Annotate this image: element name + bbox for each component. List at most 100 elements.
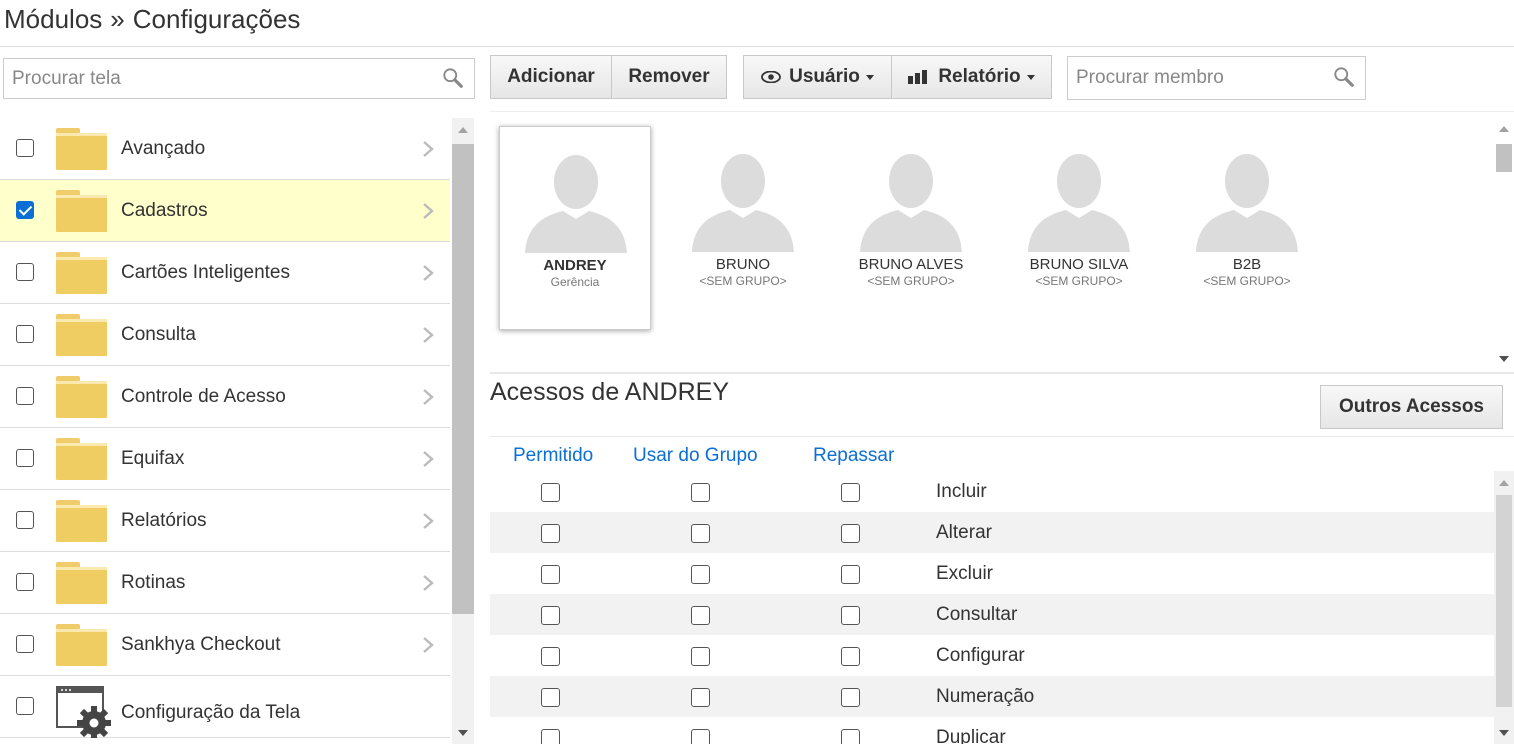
folder-icon [56, 128, 107, 170]
access-list-scrollbar[interactable] [1494, 471, 1514, 744]
tree-item-checkbox[interactable] [16, 387, 34, 405]
screen-settings-icon [56, 686, 111, 738]
repassar-checkbox[interactable] [841, 606, 860, 625]
scroll-up-arrow-icon[interactable] [458, 127, 468, 133]
permitido-checkbox[interactable] [541, 524, 560, 543]
tree-item-checkbox[interactable] [16, 139, 34, 157]
scroll-down-arrow-icon[interactable] [1499, 356, 1509, 362]
access-row: Incluir [490, 471, 1494, 512]
tree-item-checkbox[interactable] [16, 511, 34, 529]
scrollbar-thumb[interactable] [452, 144, 474, 614]
folder-icon [56, 190, 107, 232]
tree-item[interactable]: Rotinas [0, 552, 450, 614]
permitido-checkbox[interactable] [541, 606, 560, 625]
column-header-usar-do-grupo[interactable]: Usar do Grupo [633, 445, 758, 467]
user-dropdown-button[interactable]: Usuário [743, 55, 892, 99]
tree-item[interactable]: Avançado [0, 118, 450, 180]
chevron-right-icon[interactable] [422, 512, 434, 530]
tree-item-checkbox[interactable] [16, 263, 34, 281]
member-search-input[interactable] [1068, 57, 1365, 99]
member-card[interactable]: BRUNO SILVA <SEM GRUPO> [1003, 126, 1155, 330]
report-dropdown-button[interactable]: Relatório [891, 55, 1052, 99]
search-icon[interactable] [442, 67, 464, 89]
access-label: Duplicar [936, 727, 1006, 744]
folder-icon [56, 438, 107, 480]
permitido-checkbox[interactable] [541, 565, 560, 584]
tree-item[interactable]: Configuração da Tela [0, 676, 450, 738]
user-avatar-icon [1196, 154, 1298, 252]
chevron-right-icon[interactable] [422, 388, 434, 406]
scrollbar-thumb[interactable] [1496, 495, 1512, 707]
tree-item[interactable]: Cartões Inteligentes [0, 242, 450, 304]
chevron-right-icon[interactable] [422, 264, 434, 282]
other-access-button[interactable]: Outros Acessos [1320, 385, 1503, 429]
member-card[interactable]: ANDREY Gerência [499, 126, 651, 330]
permitido-checkbox[interactable] [541, 483, 560, 502]
scroll-down-arrow-icon[interactable] [458, 730, 468, 736]
permitido-checkbox[interactable] [541, 729, 560, 744]
access-row: Alterar [490, 512, 1494, 553]
repassar-checkbox[interactable] [841, 688, 860, 707]
repassar-checkbox[interactable] [841, 524, 860, 543]
tree-item-checkbox[interactable] [16, 635, 34, 653]
member-card[interactable]: BRUNO ALVES <SEM GRUPO> [835, 126, 987, 330]
member-group: <SEM GRUPO> [1203, 274, 1291, 288]
member-name: BRUNO [715, 256, 771, 273]
permitido-checkbox[interactable] [541, 647, 560, 666]
tree-item[interactable]: Consulta [0, 304, 450, 366]
member-card[interactable]: BRUNO <SEM GRUPO> [667, 126, 819, 330]
screen-search-input[interactable] [4, 59, 474, 98]
access-label: Numeração [936, 686, 1035, 707]
tree-item-checkbox[interactable] [16, 449, 34, 467]
tree-item[interactable]: Relatórios [0, 490, 450, 552]
breadcrumb-separator: » [110, 4, 125, 34]
tree-item-label: Rotinas [121, 572, 186, 593]
folder-icon [56, 624, 107, 666]
repassar-checkbox[interactable] [841, 483, 860, 502]
usar-grupo-checkbox[interactable] [691, 565, 710, 584]
breadcrumb-root[interactable]: Módulos [4, 4, 102, 34]
user-avatar-icon [525, 155, 627, 253]
chevron-right-icon[interactable] [422, 574, 434, 592]
tree-item[interactable]: Cadastros [0, 180, 450, 242]
tree-item[interactable]: Controle de Acesso [0, 366, 450, 428]
repassar-checkbox[interactable] [841, 729, 860, 744]
eye-icon [761, 71, 782, 83]
tree-item-checkbox[interactable] [16, 697, 34, 715]
search-icon[interactable] [1333, 66, 1355, 88]
scroll-down-arrow-icon[interactable] [1499, 730, 1509, 736]
scroll-up-arrow-icon[interactable] [1499, 126, 1509, 132]
chevron-right-icon[interactable] [422, 202, 434, 220]
chevron-right-icon[interactable] [422, 450, 434, 468]
access-label: Consultar [936, 604, 1018, 625]
tree-item-label: Cadastros [121, 200, 208, 221]
access-row: Duplicar [490, 717, 1494, 744]
scrollbar-thumb[interactable] [1496, 144, 1512, 172]
tree-item-checkbox[interactable] [16, 573, 34, 591]
usar-grupo-checkbox[interactable] [691, 524, 710, 543]
usar-grupo-checkbox[interactable] [691, 729, 710, 744]
scroll-up-arrow-icon[interactable] [1499, 480, 1509, 486]
tree-item-checkbox[interactable] [16, 201, 34, 219]
tree-item[interactable]: Equifax [0, 428, 450, 490]
column-header-permitido[interactable]: Permitido [513, 445, 593, 467]
member-gallery-scrollbar[interactable] [1494, 118, 1514, 370]
usar-grupo-checkbox[interactable] [691, 483, 710, 502]
repassar-checkbox[interactable] [841, 565, 860, 584]
remove-button[interactable]: Remover [611, 55, 727, 99]
column-header-repassar[interactable]: Repassar [813, 445, 894, 467]
member-card[interactable]: B2B <SEM GRUPO> [1171, 126, 1323, 330]
tree-item-checkbox[interactable] [16, 325, 34, 343]
tree-item[interactable]: Sankhya Checkout [0, 614, 450, 676]
usar-grupo-checkbox[interactable] [691, 688, 710, 707]
screen-list-scrollbar[interactable] [452, 118, 474, 744]
usar-grupo-checkbox[interactable] [691, 647, 710, 666]
repassar-checkbox[interactable] [841, 647, 860, 666]
usar-grupo-checkbox[interactable] [691, 606, 710, 625]
tree-item-label: Relatórios [121, 510, 207, 531]
chevron-right-icon[interactable] [422, 636, 434, 654]
add-button[interactable]: Adicionar [490, 55, 612, 99]
chevron-right-icon[interactable] [422, 326, 434, 344]
chevron-right-icon[interactable] [422, 140, 434, 158]
permitido-checkbox[interactable] [541, 688, 560, 707]
